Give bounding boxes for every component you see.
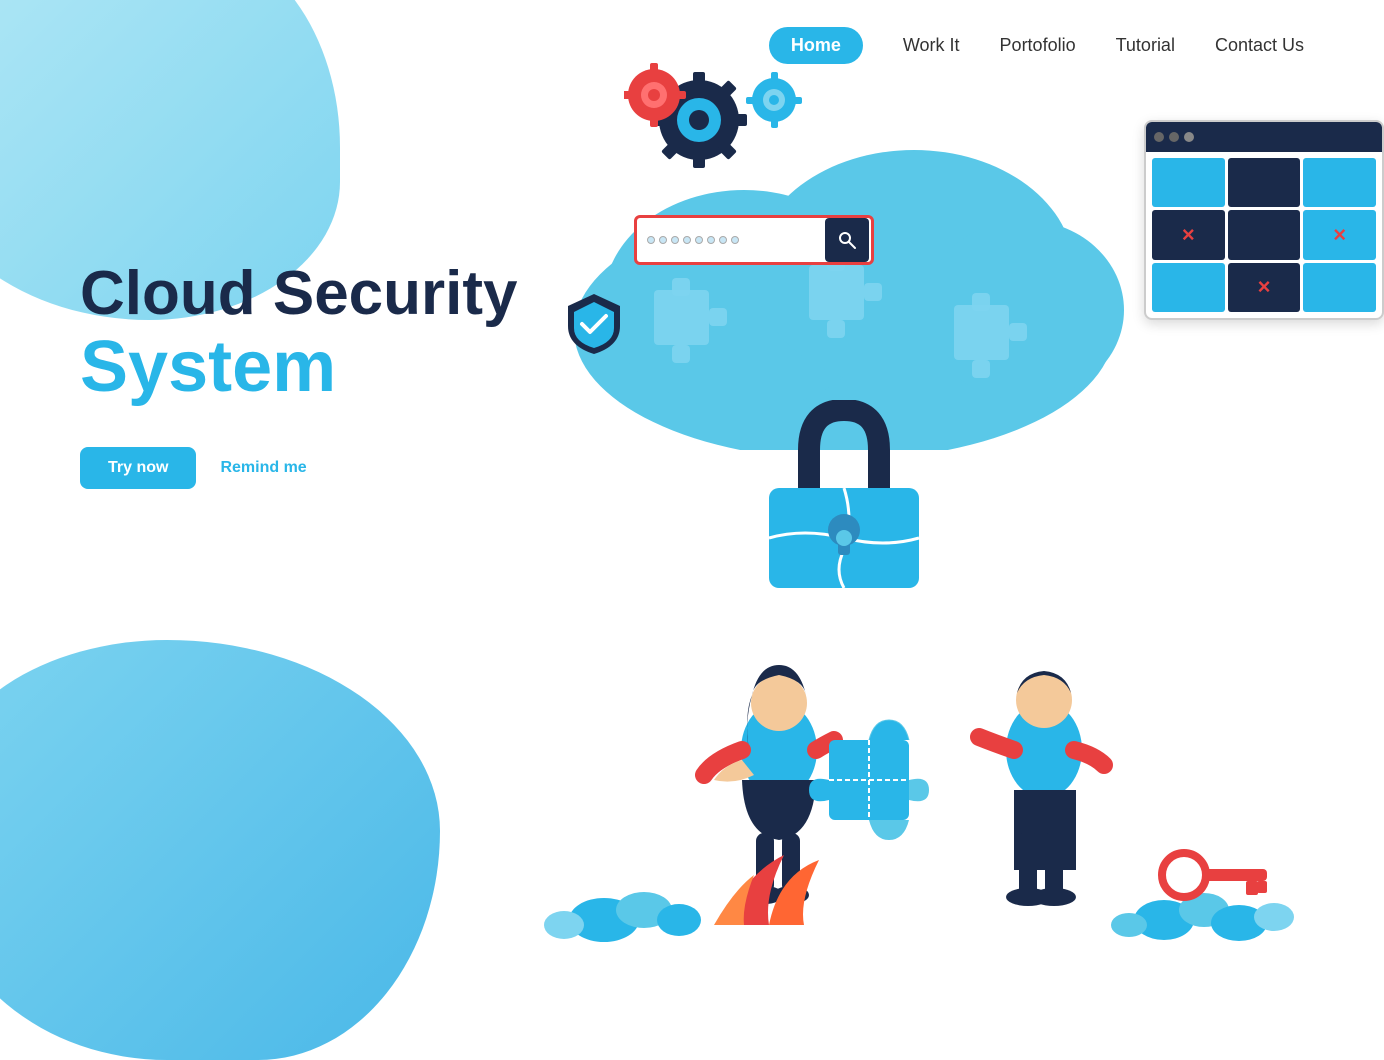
- window-grid: × × ×: [1146, 152, 1382, 318]
- hero-title-line1: Cloud Security: [80, 260, 518, 328]
- nav-items: Home Work It Portofolio Tutorial Contact…: [769, 27, 1304, 64]
- bg-blob-bottom-left: [0, 640, 440, 1060]
- window-dot-2: [1169, 132, 1179, 142]
- grid-cell-9: [1303, 263, 1376, 312]
- grid-cell-1: [1152, 158, 1225, 207]
- search-dot: [671, 236, 679, 244]
- nav-item-portfolio[interactable]: Portofolio: [1000, 35, 1076, 56]
- grid-cell-5: [1228, 210, 1301, 259]
- search-dots: [647, 236, 823, 244]
- search-dot: [647, 236, 655, 244]
- people-group: [484, 565, 1384, 950]
- search-dot: [683, 236, 691, 244]
- grid-cell-2: [1228, 158, 1301, 207]
- grid-cell-4: ×: [1152, 210, 1225, 259]
- search-icon-box[interactable]: [825, 218, 869, 262]
- remind-me-button[interactable]: Remind me: [220, 459, 306, 477]
- window-dot-3: [1184, 132, 1194, 142]
- nav-item-home[interactable]: Home: [769, 27, 863, 64]
- shield-icon: [564, 290, 624, 358]
- grid-cell-6: ×: [1303, 210, 1376, 259]
- ui-window: × × ×: [1144, 120, 1384, 320]
- search-dot: [731, 236, 739, 244]
- grid-cell-8: ×: [1228, 263, 1301, 312]
- navigation: Home Work It Portofolio Tutorial Contact…: [0, 0, 1384, 90]
- grid-cell-7: [1152, 263, 1225, 312]
- search-dot: [707, 236, 715, 244]
- window-titlebar: [1146, 122, 1382, 152]
- main-illustration: × × ×: [484, 0, 1384, 980]
- hero-text: Cloud Security System Try now Remind me: [80, 260, 518, 489]
- nav-item-workit[interactable]: Work It: [903, 35, 960, 56]
- search-dot: [719, 236, 727, 244]
- nav-item-contact[interactable]: Contact Us: [1215, 35, 1304, 56]
- search-bar[interactable]: [634, 215, 874, 265]
- try-now-button[interactable]: Try now: [80, 447, 196, 489]
- nav-item-tutorial[interactable]: Tutorial: [1116, 35, 1175, 56]
- search-dot: [695, 236, 703, 244]
- window-dot-1: [1154, 132, 1164, 142]
- search-dot: [659, 236, 667, 244]
- hero-buttons: Try now Remind me: [80, 447, 518, 489]
- grid-cell-3: [1303, 158, 1376, 207]
- hero-title-line2: System: [80, 328, 518, 407]
